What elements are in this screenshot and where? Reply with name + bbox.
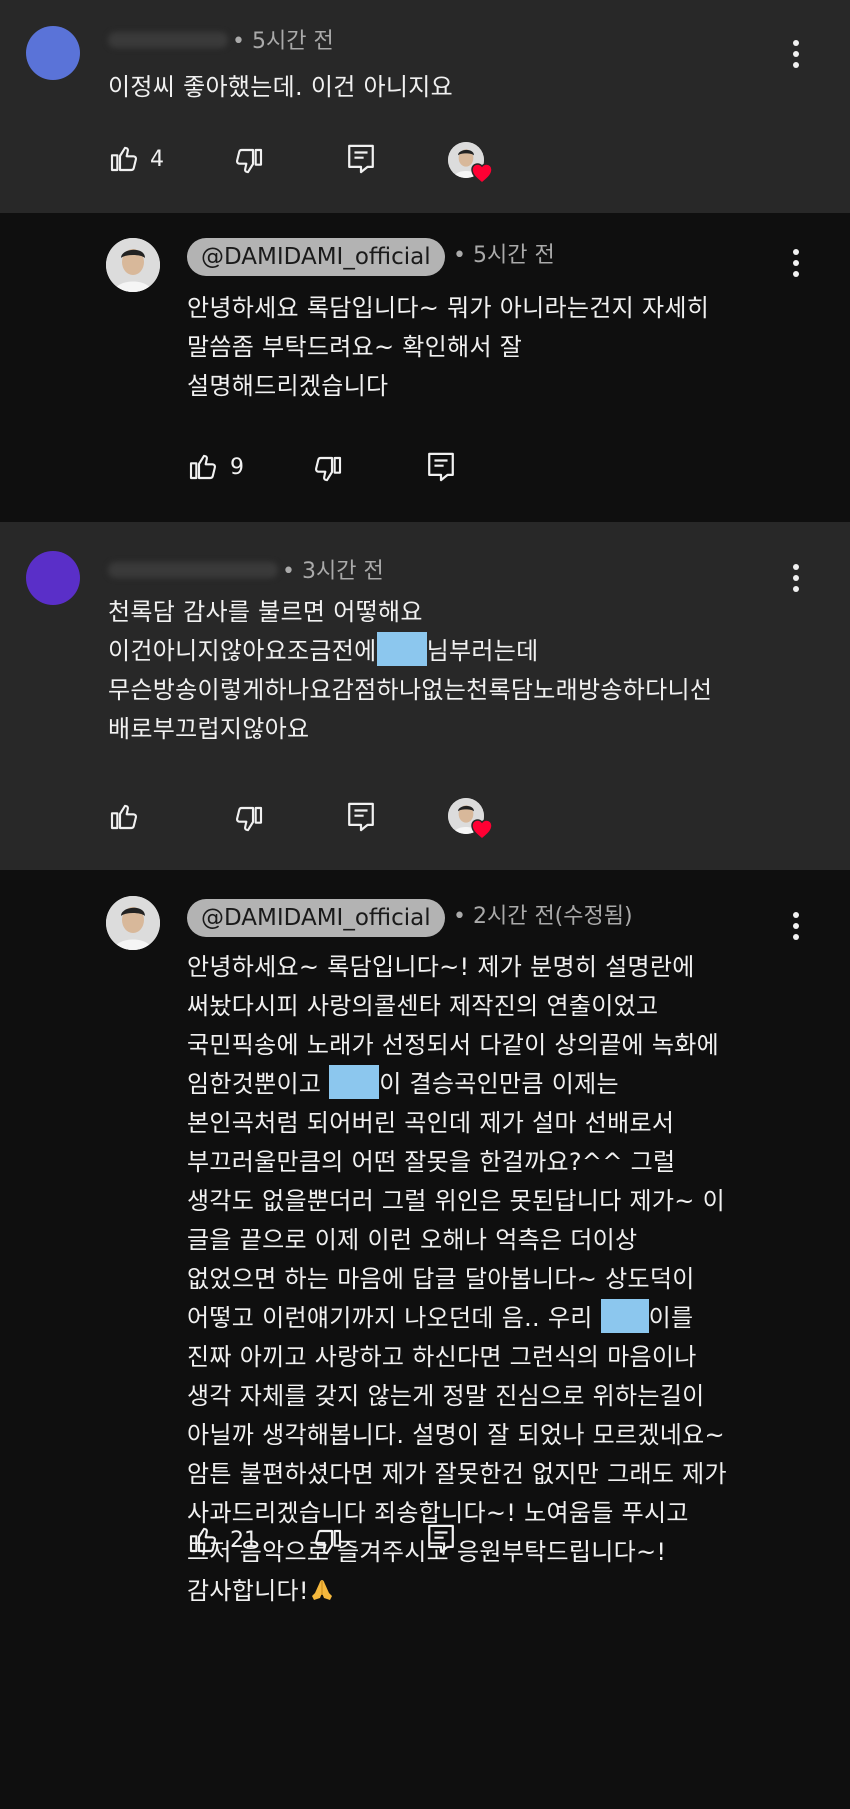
reply-icon[interactable] — [345, 800, 377, 834]
reply-line: 어떻고 이런얘기까지 나오던데 음.. 우리 이를 — [187, 1299, 727, 1338]
thumbs-down-icon[interactable] — [312, 1527, 344, 1559]
thumbs-down-icon[interactable] — [233, 804, 265, 836]
creator-avatar[interactable] — [106, 238, 160, 292]
reply-2: @DAMIDAMI_official • 2시간 전(수정됨) 안녕하세요~ 록… — [0, 870, 850, 1809]
comment-time: • 5시간 전 — [453, 243, 555, 268]
thumbs-up-icon[interactable] — [108, 142, 140, 174]
censored-name — [376, 632, 427, 666]
like-count: 21 — [230, 1528, 258, 1553]
blurred-username — [108, 32, 228, 48]
author-chip[interactable]: @DAMIDAMI_official — [187, 238, 445, 276]
creator-heart[interactable] — [448, 142, 493, 186]
more-vert-icon[interactable] — [792, 40, 800, 73]
thumbs-up-icon[interactable] — [187, 1523, 219, 1555]
like-count: 4 — [150, 147, 164, 172]
reply-icon[interactable] — [425, 450, 457, 484]
comment-time: • 2시간 전(수정됨) — [453, 904, 633, 929]
comment-line: 이건아니지않아요조금전에 님부러는데 — [108, 632, 712, 671]
reply-icon[interactable] — [345, 142, 377, 176]
creator-avatar[interactable] — [106, 896, 160, 950]
thumbs-up-icon[interactable] — [108, 800, 140, 832]
comment-1: • 5시간 전 이정씨 좋아했는데. 이건 아니지요 4 — [0, 0, 850, 213]
blurred-username — [108, 562, 278, 578]
more-vert-icon[interactable] — [792, 912, 800, 945]
comment-2: • 3시간 전 천록담 감사를 불르면 어떻해요 이건아니지않아요조금전에 님부러… — [0, 522, 850, 870]
comment-text: 이정씨 좋아했는데. 이건 아니지요 — [108, 73, 454, 101]
thumbs-down-icon[interactable] — [312, 454, 344, 486]
like-count: 9 — [230, 455, 244, 480]
reply-1: @DAMIDAMI_official • 5시간 전 안녕하세요 록담입니다~ … — [0, 213, 850, 522]
creator-heart[interactable] — [448, 798, 493, 842]
folded-hands-emoji — [311, 1580, 332, 1600]
author-chip[interactable]: @DAMIDAMI_official — [187, 899, 445, 937]
more-vert-icon[interactable] — [792, 564, 800, 597]
censored-name — [600, 1299, 649, 1333]
reply-text: 안녕하세요 록담입니다~ 뭐가 아니라는건지 자세히 말씀좀 부탁드려요~ 확인… — [187, 294, 710, 400]
reply-text: 안녕하세요~ 록담입니다~! 제가 분명히 설명란에 써놨다시피 사랑의콜센타 … — [187, 948, 727, 1611]
censored-name — [329, 1065, 380, 1099]
thumbs-up-icon[interactable] — [187, 450, 219, 482]
reply-line: 임한것뿐이고 이 결승곡인만큼 이제는 — [187, 1065, 727, 1104]
more-vert-icon[interactable] — [792, 249, 800, 282]
creator-heart-icon — [471, 819, 493, 840]
comment-time: • 5시간 전 — [232, 29, 334, 54]
reply-icon[interactable] — [425, 1522, 457, 1556]
commenter-avatar[interactable] — [26, 26, 80, 80]
comment-text: 천록담 감사를 불르면 어떻해요 이건아니지않아요조금전에 님부러는데 무슨방송이… — [108, 598, 713, 743]
commenter-avatar[interactable] — [26, 551, 80, 605]
comment-time: • 3시간 전 — [282, 559, 384, 584]
reply-line: 감사합니다! — [187, 1572, 727, 1611]
thumbs-down-icon[interactable] — [233, 146, 265, 178]
creator-heart-icon — [471, 163, 493, 184]
